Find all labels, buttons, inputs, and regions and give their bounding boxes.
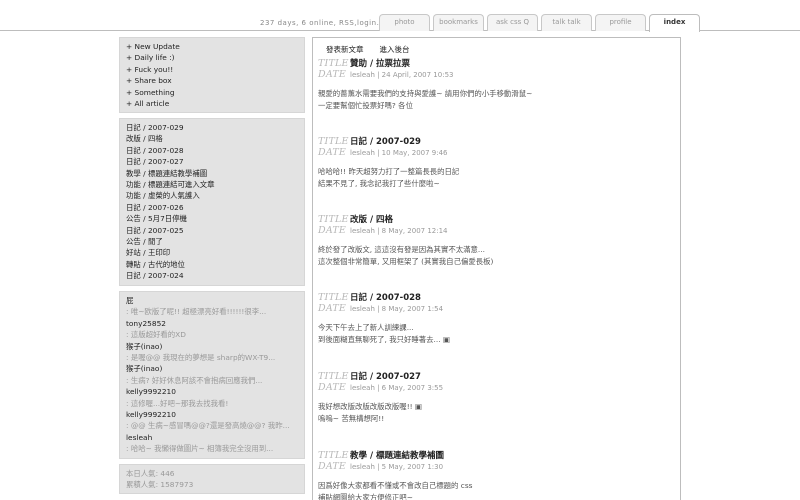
comment-text[interactable]: : 這版超好看的XD — [126, 329, 298, 340]
post-excerpt-line: 到後面糊直無聊死了, 我只好睡著去... ▣ — [318, 335, 450, 344]
post-date: lesleah | 10 May, 2007 9:46 — [350, 149, 448, 157]
comment-author[interactable]: kelly9992210 — [126, 386, 298, 397]
title-label: TITLE — [318, 58, 349, 69]
recent-post-link[interactable]: 日記 / 2007-025 — [126, 225, 298, 236]
sidebar-menu-item[interactable]: + All article — [126, 98, 298, 109]
post-date: lesleah | 5 May, 2007 1:30 — [350, 463, 444, 471]
post-excerpt-line: 我好想改版改版改版改版喔!! ▣ — [318, 402, 422, 411]
comment-author[interactable]: kelly9992210 — [126, 409, 298, 420]
post-title[interactable]: 教學 / 標題連結教學補圖 — [350, 449, 444, 461]
date-label: DATE — [318, 461, 347, 472]
post-entry: TITLE 日記 / 2007-029 DATE lesleah | 10 May,… — [318, 135, 673, 190]
comment-text[interactable]: : @@ 生病~感冒嗎@@?還是發高燒@@? 我昨... — [126, 420, 298, 431]
tab-profile[interactable]: profile — [595, 14, 646, 31]
post-excerpt-line: 補貼網圖給大家方便修正吧~ — [318, 493, 413, 500]
title-label: TITLE — [318, 292, 349, 303]
comment-text[interactable]: : 是喔@@ 我現在的夢想是 sharp的WX-T9... — [126, 352, 298, 363]
tab-bookmarks[interactable]: bookmarks — [433, 14, 484, 31]
post-title[interactable]: 贊助 / 拉票拉票 — [350, 57, 410, 69]
date-label: DATE — [318, 225, 347, 236]
post-entry: TITLE 日記 / 2007-027 DATE lesleah | 6 May, … — [318, 370, 673, 425]
stat-today: 本日人氣: 446 — [126, 469, 175, 478]
top-bar: 237 days, 6 online, RSS,login.. photo bo… — [0, 0, 800, 32]
title-label: TITLE — [318, 214, 349, 225]
recent-post-link[interactable]: 好站 / 王印印 — [126, 247, 298, 258]
recent-post-link[interactable]: 日記 / 2007-026 — [126, 202, 298, 213]
post-excerpt-line: 嗚嗚~ 苦無構想阿!! — [318, 414, 385, 423]
post-entry: TITLE 贊助 / 拉票拉票 DATE lesleah | 24 April, 2… — [318, 57, 673, 112]
main-content: 發表新文章 進入後台 TITLE 贊助 / 拉票拉票 DATE lesleah | … — [312, 37, 681, 500]
tab-ask-css[interactable]: ask css Q — [487, 14, 538, 31]
sidebar-menu: + New Update + Daily life :) + Fuck you!… — [119, 37, 305, 113]
post-excerpt-line: 這次整個非常簡單, 又用框架了 (其實我自己偏愛長板) — [318, 257, 494, 266]
sidebar-visitor-stats: 本日人氣: 446 累積人氣: 1587973 — [119, 464, 305, 494]
post-entry: TITLE 日記 / 2007-028 DATE lesleah | 8 May, … — [318, 291, 673, 346]
recent-post-link[interactable]: 日記 / 2007-024 — [126, 270, 298, 281]
post-date: lesleah | 24 April, 2007 10:53 — [350, 71, 454, 79]
post-title[interactable]: 日記 / 2007-028 — [350, 291, 421, 303]
tab-index[interactable]: index — [649, 14, 700, 32]
tab-talk-talk[interactable]: talk talk — [541, 14, 592, 31]
nav-tabs: photo bookmarks ask css Q talk talk prof… — [379, 14, 700, 32]
recent-post-link[interactable]: 日記 / 2007-028 — [126, 145, 298, 156]
sidebar-recent-posts: 日記 / 2007-029 改版 / 四格 日記 / 2007-028 日記 /… — [119, 118, 305, 286]
recent-post-link[interactable]: 公告 / 5月7日停機 — [126, 213, 298, 224]
sidebar-recent-comments: 屁 : 唯~欧版了呢!! 超極漂亮好看!!!!!!很李... tony25852… — [119, 291, 305, 459]
recent-post-link[interactable]: 教學 / 標題連結教學補圖 — [126, 168, 298, 179]
admin-links: 發表新文章 進入後台 — [326, 44, 410, 55]
sidebar-menu-item[interactable]: + New Update — [126, 41, 298, 52]
comment-text[interactable]: : 這修喔...好吧~那我去找我看! — [126, 398, 298, 409]
post-excerpt-line: 結果不見了, 我念記我打了些什麼啦~ — [318, 179, 440, 188]
recent-post-link[interactable]: 功能 / 虛榮的人氣護入 — [126, 190, 298, 201]
recent-post-link[interactable]: 公告 / 閒了 — [126, 236, 298, 247]
comment-author[interactable]: lesleah — [126, 432, 298, 443]
post-entry: TITLE 教學 / 標題連結教學補圖 DATE lesleah | 5 May, … — [318, 449, 673, 500]
post-title[interactable]: 改版 / 四格 — [350, 213, 393, 225]
title-label: TITLE — [318, 371, 349, 382]
post-excerpt-line: 親愛的薔薰水需要我們的支持與愛護~ 請用你們的小手移動滑鼠~ — [318, 89, 533, 98]
recent-post-link[interactable]: 改版 / 四格 — [126, 133, 298, 144]
post-excerpt-line: 一定要幫個忙投票好嗎? 各位 — [318, 101, 413, 110]
post-excerpt-line: 終於發了改版文, 這這沒有發是因為其實不太滿意... — [318, 245, 485, 254]
post-date: lesleah | 8 May, 2007 12:14 — [350, 227, 448, 235]
date-label: DATE — [318, 69, 347, 80]
comment-text[interactable]: : 生病? 好好休息阿該不會抱病回應我們... — [126, 375, 298, 386]
comment-text[interactable]: : 哈哈~ 我懶得做圖片~ 相簿我完全沒用到... — [126, 443, 298, 454]
recent-post-link[interactable]: 日記 / 2007-029 — [126, 122, 298, 133]
post-excerpt-line: 哈哈哈!! 昨天超努力打了一整篇長長的日記 — [318, 167, 460, 176]
comment-text[interactable]: : 唯~欧版了呢!! 超極漂亮好看!!!!!!很李... — [126, 306, 298, 317]
sidebar-menu-item[interactable]: + Fuck you!! — [126, 64, 298, 75]
recent-post-link[interactable]: 日記 / 2007-027 — [126, 156, 298, 167]
post-excerpt-line: 因爲好像大家都看不懂或不會改自己標題的 css — [318, 481, 473, 490]
date-label: DATE — [318, 147, 347, 158]
recent-post-link[interactable]: 功能 / 標題連結可進入文章 — [126, 179, 298, 190]
sidebar-menu-item[interactable]: + Something — [126, 87, 298, 98]
sidebar-menu-item[interactable]: + Share box — [126, 75, 298, 86]
post-date: lesleah | 8 May, 2007 1:54 — [350, 305, 444, 313]
site-status-text[interactable]: 237 days, 6 online, RSS,login.. — [260, 19, 382, 27]
post-title[interactable]: 日記 / 2007-029 — [350, 135, 421, 147]
post-title[interactable]: 日記 / 2007-027 — [350, 370, 421, 382]
date-label: DATE — [318, 303, 347, 314]
tab-photo[interactable]: photo — [379, 14, 430, 31]
new-post-link[interactable]: 發表新文章 — [326, 44, 364, 55]
comment-author[interactable]: 猴子(inao) — [126, 341, 298, 352]
comment-author[interactable]: tony25852 — [126, 318, 298, 329]
post-entry: TITLE 改版 / 四格 DATE lesleah | 8 May, 2007 1… — [318, 213, 673, 268]
admin-panel-link[interactable]: 進入後台 — [380, 44, 410, 55]
post-date: lesleah | 6 May, 2007 3:55 — [350, 384, 444, 392]
post-excerpt-line: 今天下午去上了新人訓練課... — [318, 323, 414, 332]
date-label: DATE — [318, 382, 347, 393]
sidebar-menu-item[interactable]: + Daily life :) — [126, 52, 298, 63]
comment-author[interactable]: 屁 — [126, 295, 298, 306]
recent-post-link[interactable]: 轉貼 / 古代的地位 — [126, 259, 298, 270]
title-label: TITLE — [318, 450, 349, 461]
title-label: TITLE — [318, 136, 349, 147]
stat-total: 累積人氣: 1587973 — [126, 480, 194, 490]
comment-author[interactable]: 猴子(inao) — [126, 363, 298, 374]
